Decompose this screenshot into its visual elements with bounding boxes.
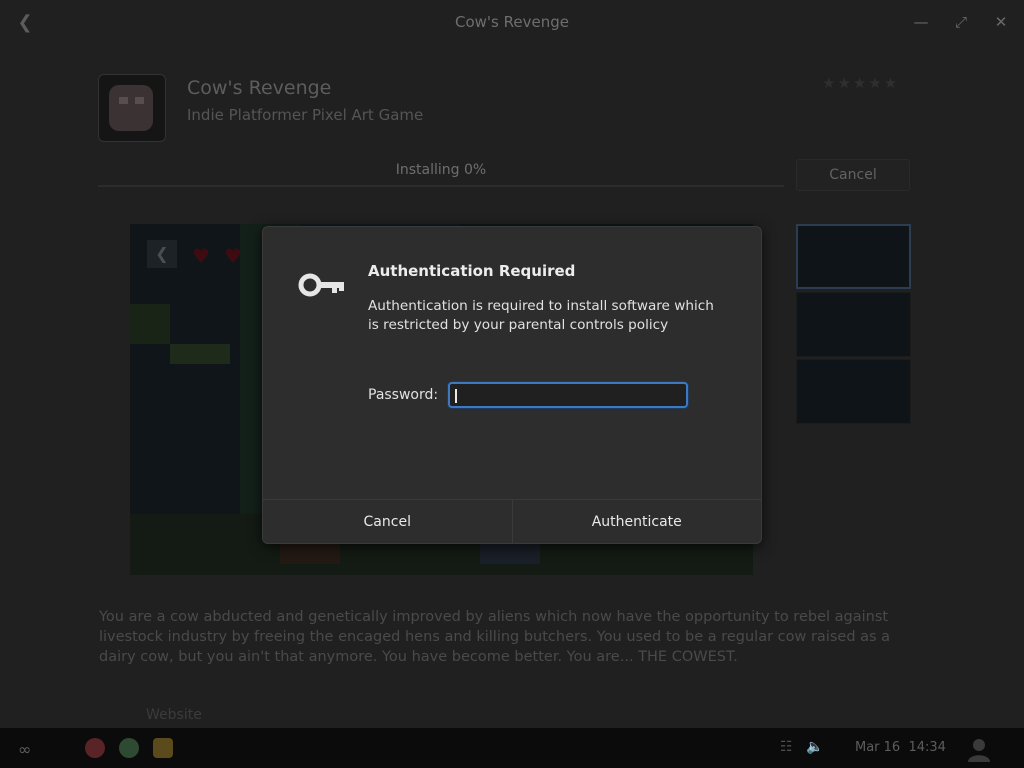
dialog-message: Authentication is required to install so… xyxy=(368,298,714,333)
minimize-icon[interactable]: — xyxy=(910,11,932,33)
screenshot-thumbnail[interactable] xyxy=(796,224,911,289)
user-icon[interactable] xyxy=(966,736,992,762)
app-description: You are a cow abducted and genetically i… xyxy=(99,609,891,665)
network-icon[interactable]: ☷ xyxy=(780,739,793,755)
app-center-icon[interactable] xyxy=(85,738,105,758)
key-icon xyxy=(298,273,344,297)
close-icon[interactable]: ✕ xyxy=(990,11,1012,33)
heart-icon: ♥ xyxy=(192,244,210,268)
dialog-button-bar: Cancel Authenticate xyxy=(263,499,761,543)
heart-icon: ♥ xyxy=(224,244,242,268)
website-link[interactable]: Website xyxy=(146,707,202,723)
text-cursor xyxy=(455,389,457,403)
clock-date: Mar 16 xyxy=(855,740,901,755)
install-progress-label: Installing 0% xyxy=(395,162,487,178)
title-bar: ❮ Cow's Revenge — ⤢ ✕ xyxy=(0,0,1024,46)
taskbar: ∞ ☷ 🔈 Mar 16 14:34 xyxy=(0,728,1024,768)
app-icon xyxy=(98,74,166,142)
launcher-icon[interactable]: ∞ xyxy=(18,740,48,759)
restore-icon[interactable]: ⤢ xyxy=(950,11,972,33)
files-icon[interactable] xyxy=(153,738,173,758)
app-name: Cow's Revenge xyxy=(187,77,332,99)
authenticate-button[interactable]: Authenticate xyxy=(513,500,762,543)
dialog-title: Authentication Required xyxy=(368,262,576,280)
clock-time: 14:34 xyxy=(908,740,946,755)
authentication-dialog: Authentication Required Authentication i… xyxy=(262,226,762,544)
install-progress-bar xyxy=(98,185,784,187)
password-label: Password: xyxy=(368,387,439,403)
app-subtitle: Indie Platformer Pixel Art Game xyxy=(187,106,424,124)
cancel-install-button[interactable]: Cancel xyxy=(796,159,910,191)
cancel-button[interactable]: Cancel xyxy=(263,500,513,543)
rating-stars: ★★★★★ xyxy=(822,74,900,92)
chrome-icon[interactable] xyxy=(119,738,139,758)
password-input[interactable] xyxy=(448,382,688,408)
clock[interactable]: Mar 16 14:34 xyxy=(855,740,946,755)
screenshot-thumbnail[interactable] xyxy=(796,359,911,424)
window-title: Cow's Revenge xyxy=(455,13,569,31)
screenshot-thumbnail[interactable] xyxy=(796,292,911,357)
previous-screenshot-icon[interactable]: ❮ xyxy=(147,240,177,268)
volume-icon[interactable]: 🔈 xyxy=(806,739,823,755)
